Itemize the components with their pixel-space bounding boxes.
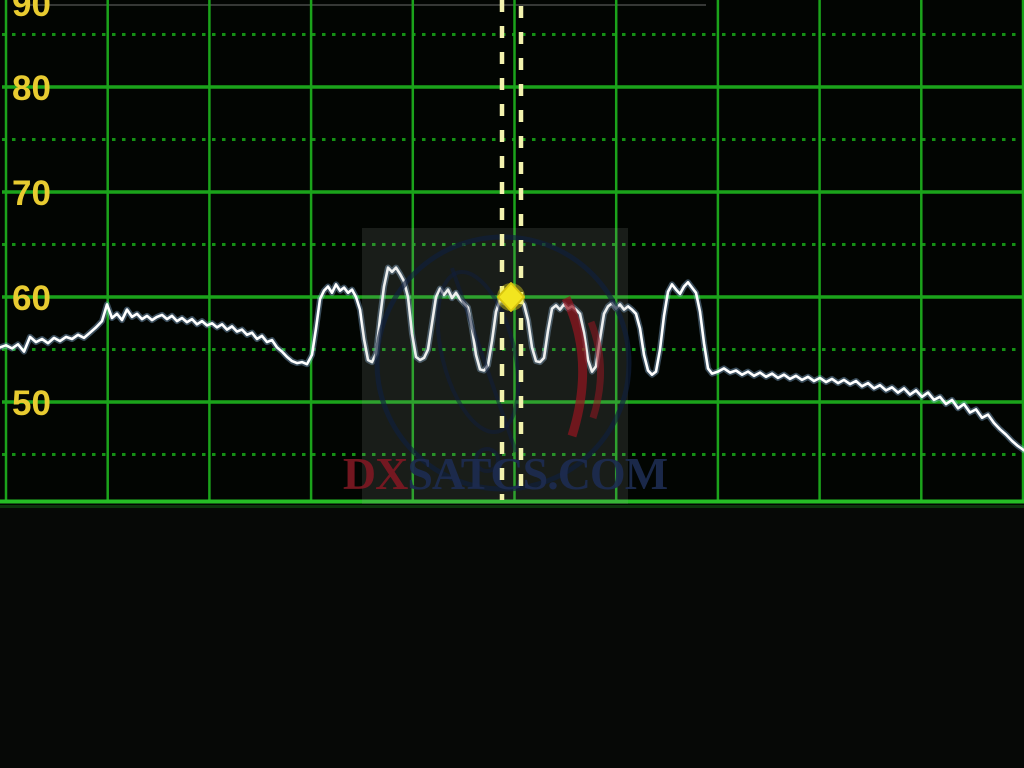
watermark-text: DXSATCS.COM — [343, 448, 668, 499]
readout-panel: Pwr 66.0 dBµV 1451.00 MHz. C/N 1.8 dB Pw… — [0, 505, 1024, 768]
dxsatcs-watermark: DXSATCS.COM — [343, 228, 668, 504]
satmeter-spectrum-screen: DXSATCS.COM 90 80 70 60 50 Pwr 66.0 dBµV 145… — [0, 0, 1024, 768]
y-axis-label-60: 60 — [12, 279, 51, 318]
watermark-text-dx: DX — [343, 448, 408, 499]
y-axis-label-70: 70 — [12, 174, 51, 213]
y-axis-label-50: 50 — [12, 384, 51, 423]
y-axis-label-80: 80 — [12, 69, 51, 108]
y-axis-label-90: 90 — [12, 0, 51, 24]
spectrum-plot-svg: DXSATCS.COM 90 80 70 60 50 — [0, 0, 1024, 505]
watermark-text-satcs: SATCS.COM — [407, 448, 667, 499]
spectrum-plot: DXSATCS.COM 90 80 70 60 50 — [0, 0, 1024, 505]
